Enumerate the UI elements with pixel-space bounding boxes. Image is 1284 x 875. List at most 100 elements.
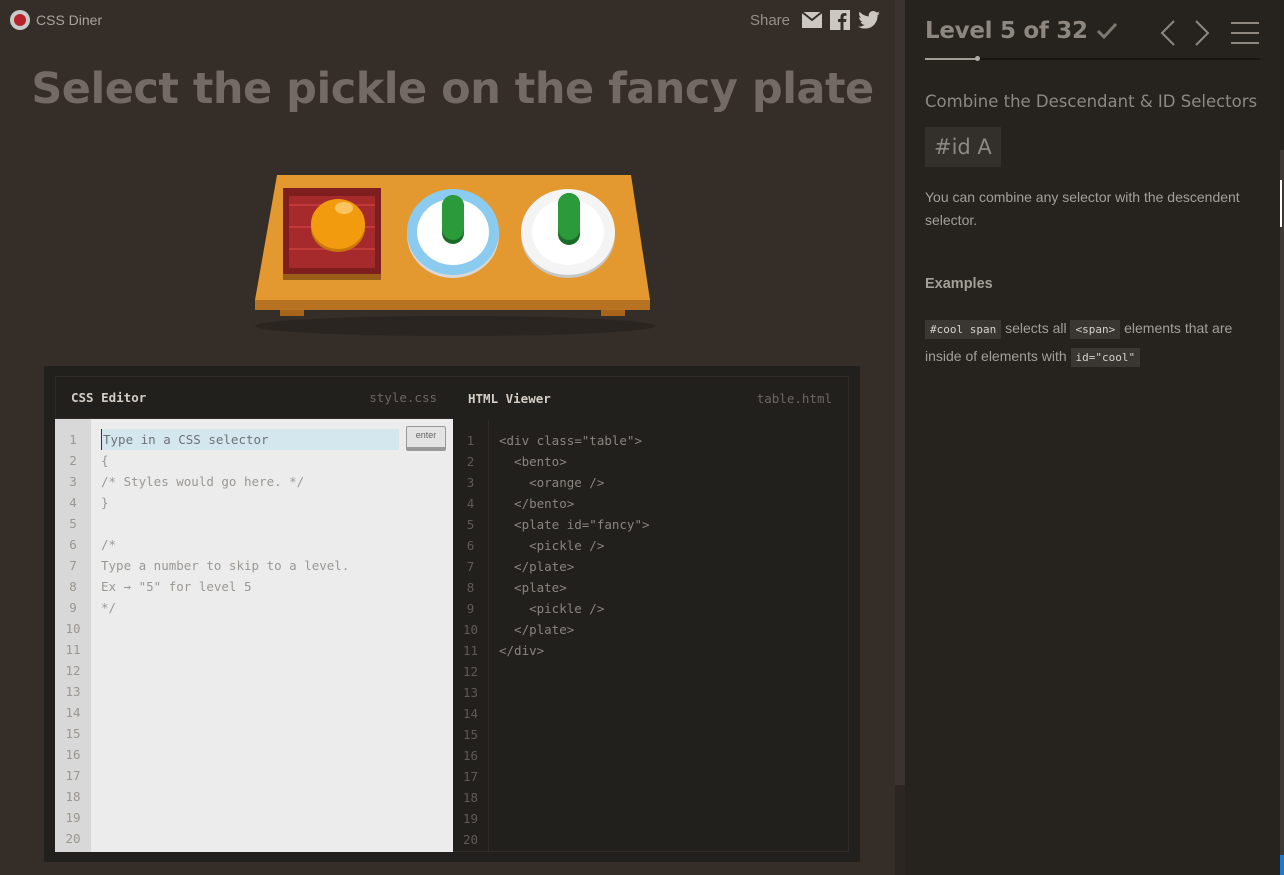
line-number: 18 bbox=[65, 789, 81, 804]
css-editor-pane: CSS Editor style.css 1 2 3 4 5 6 7 8 9 10 11 12 13 14… bbox=[55, 376, 453, 852]
logo[interactable]: CSS Diner bbox=[10, 10, 102, 30]
line-number: 13 bbox=[462, 685, 479, 700]
logo-text: CSS Diner bbox=[36, 12, 103, 28]
code-editor: CSS Editor style.css 1 2 3 4 5 6 7 8 9 10 11 12 13 14… bbox=[44, 366, 860, 862]
line-number: 20 bbox=[462, 832, 479, 847]
line-number: 3 bbox=[466, 475, 475, 490]
line-number: 12 bbox=[65, 663, 81, 678]
line-number: 1 bbox=[466, 433, 475, 448]
line-number: 1 bbox=[69, 432, 77, 447]
line-number: 3 bbox=[69, 474, 77, 489]
html-code-line[interactable]: <orange /> bbox=[489, 472, 848, 493]
html-code-line[interactable]: <bento> bbox=[489, 451, 848, 472]
game-area: CSS Diner Share Select the pickle on the… bbox=[0, 0, 895, 875]
css-code-line: } bbox=[101, 495, 109, 510]
bento[interactable] bbox=[283, 188, 381, 280]
checkmark-icon bbox=[1096, 22, 1117, 40]
example-code: id="cool" bbox=[1070, 348, 1141, 367]
line-number: 20 bbox=[65, 831, 81, 846]
html-code-line[interactable]: </plate> bbox=[489, 556, 848, 577]
html-code-line[interactable]: <plate> bbox=[489, 577, 848, 598]
progress-knob bbox=[975, 56, 981, 61]
edge-marker bbox=[1280, 180, 1282, 227]
line-number: 14 bbox=[65, 705, 81, 720]
example-item: #cool span selects all <span> elements t… bbox=[925, 315, 1265, 371]
example-code: <span> bbox=[1070, 320, 1121, 339]
share-label: Share bbox=[749, 11, 790, 29]
facebook-icon[interactable] bbox=[830, 10, 850, 30]
html-code-line[interactable]: <pickle /> bbox=[489, 535, 848, 556]
line-number: 2 bbox=[466, 454, 475, 469]
html-code-line[interactable]: <plate id="fancy"> bbox=[489, 514, 848, 535]
line-number: 7 bbox=[69, 558, 77, 573]
email-icon[interactable] bbox=[802, 12, 822, 28]
html-line-numbers: 1 2 3 4 5 6 7 8 9 10 11 12 13 14 15 16 17 18 19 20 bbox=[453, 420, 489, 851]
html-code-area[interactable]: <div class="table"> <bento> <orange /> <… bbox=[489, 420, 848, 851]
css-code-line: */ bbox=[101, 600, 117, 615]
line-number: 15 bbox=[462, 727, 479, 742]
html-code-line[interactable]: </bento> bbox=[489, 493, 848, 514]
fancy-plate[interactable] bbox=[407, 189, 499, 278]
line-number: 2 bbox=[69, 453, 77, 468]
line-number: 16 bbox=[462, 748, 479, 763]
line-number: 16 bbox=[65, 747, 81, 762]
line-number: 5 bbox=[69, 516, 77, 531]
line-number: 10 bbox=[462, 622, 479, 637]
scrollbar-accent bbox=[1280, 855, 1284, 875]
line-number: 8 bbox=[466, 580, 475, 595]
html-code-line[interactable]: <pickle /> bbox=[489, 598, 848, 619]
html-code-line[interactable]: <div class="table"> bbox=[489, 430, 848, 451]
line-number: 10 bbox=[65, 621, 81, 636]
css-editor-title: CSS Editor bbox=[71, 390, 147, 405]
line-number: 14 bbox=[462, 706, 479, 721]
line-number: 8 bbox=[69, 579, 77, 594]
line-number: 6 bbox=[466, 538, 475, 553]
example-code: #cool span bbox=[925, 320, 1002, 339]
level-nav bbox=[1160, 20, 1210, 46]
example-text: selects all bbox=[1001, 320, 1071, 336]
dinner-table bbox=[255, 175, 655, 336]
next-level-icon[interactable] bbox=[1194, 20, 1210, 46]
line-number: 4 bbox=[466, 496, 475, 511]
css-file-name: style.css bbox=[369, 390, 437, 405]
html-code-line[interactable]: </plate> bbox=[489, 619, 848, 640]
scrollbar-thumb[interactable] bbox=[895, 0, 905, 785]
pickle[interactable] bbox=[442, 195, 464, 244]
css-code-area[interactable]: enter {/* Styles would go here. */} /* Typ… bbox=[91, 419, 453, 852]
line-number: 17 bbox=[462, 769, 479, 784]
logo-icon bbox=[10, 10, 30, 30]
level-instruction: Select the pickle on the fancy plate bbox=[31, 64, 874, 114]
plate[interactable] bbox=[521, 189, 615, 278]
line-number: 17 bbox=[65, 768, 81, 783]
line-number: 15 bbox=[65, 726, 81, 741]
html-viewer-pane: HTML Viewer table.html 1 2 3 4 5 6 7 8 9 10 11 12 13… bbox=[453, 376, 849, 852]
html-code-line[interactable]: </div> bbox=[489, 640, 848, 661]
examples-title: Examples bbox=[925, 276, 993, 292]
enter-button[interactable]: enter bbox=[406, 426, 446, 451]
level-progress-bar bbox=[925, 56, 1260, 61]
css-code-line: /* bbox=[101, 537, 117, 552]
css-selector-input[interactable] bbox=[101, 429, 399, 450]
css-code-line: Ex → "5" for level 5 bbox=[101, 579, 252, 594]
selector-hint: You can combine any selector with the de… bbox=[925, 189, 1240, 228]
selector-syntax: #id A bbox=[925, 127, 1001, 167]
share-bar: Share bbox=[750, 10, 880, 30]
line-number: 19 bbox=[462, 811, 479, 826]
line-number: 6 bbox=[69, 537, 77, 552]
level-header: Level 5 of 32 bbox=[925, 18, 1118, 44]
selector-name: Combine the Descendant & ID Selectors bbox=[925, 92, 1258, 111]
html-viewer-title: HTML Viewer bbox=[468, 391, 551, 406]
css-line-numbers: 1 2 3 4 5 6 7 8 9 10 11 12 13 14 15 16 17 18 19 20 bbox=[55, 419, 91, 852]
progress-fill bbox=[925, 58, 978, 60]
previous-level-icon[interactable] bbox=[1160, 20, 1176, 46]
twitter-icon[interactable] bbox=[858, 11, 880, 29]
orange[interactable] bbox=[311, 199, 365, 252]
sidebar-scrollbar[interactable] bbox=[1280, 150, 1284, 875]
pickle[interactable] bbox=[558, 193, 580, 245]
panel-scrollbar[interactable] bbox=[895, 0, 905, 875]
menu-icon[interactable] bbox=[1231, 21, 1259, 45]
line-number: 11 bbox=[462, 643, 479, 658]
line-number: 9 bbox=[466, 601, 475, 616]
level-indicator: Level 5 of 32 bbox=[925, 18, 1088, 44]
line-number: 19 bbox=[65, 810, 81, 825]
